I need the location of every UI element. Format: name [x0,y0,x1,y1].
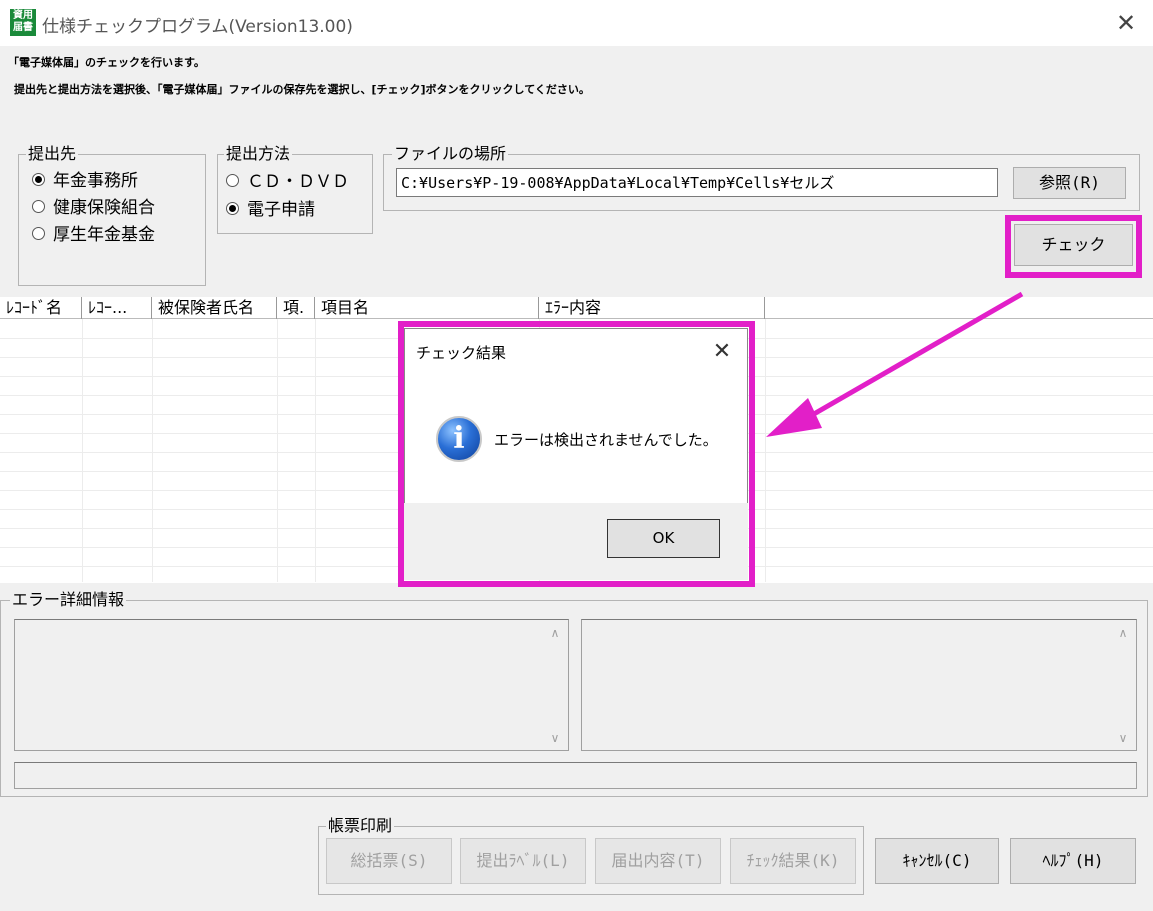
highlight-arrow [766,291,1024,437]
arrow-shaft [798,291,1024,425]
arrow-head-icon [766,398,822,437]
